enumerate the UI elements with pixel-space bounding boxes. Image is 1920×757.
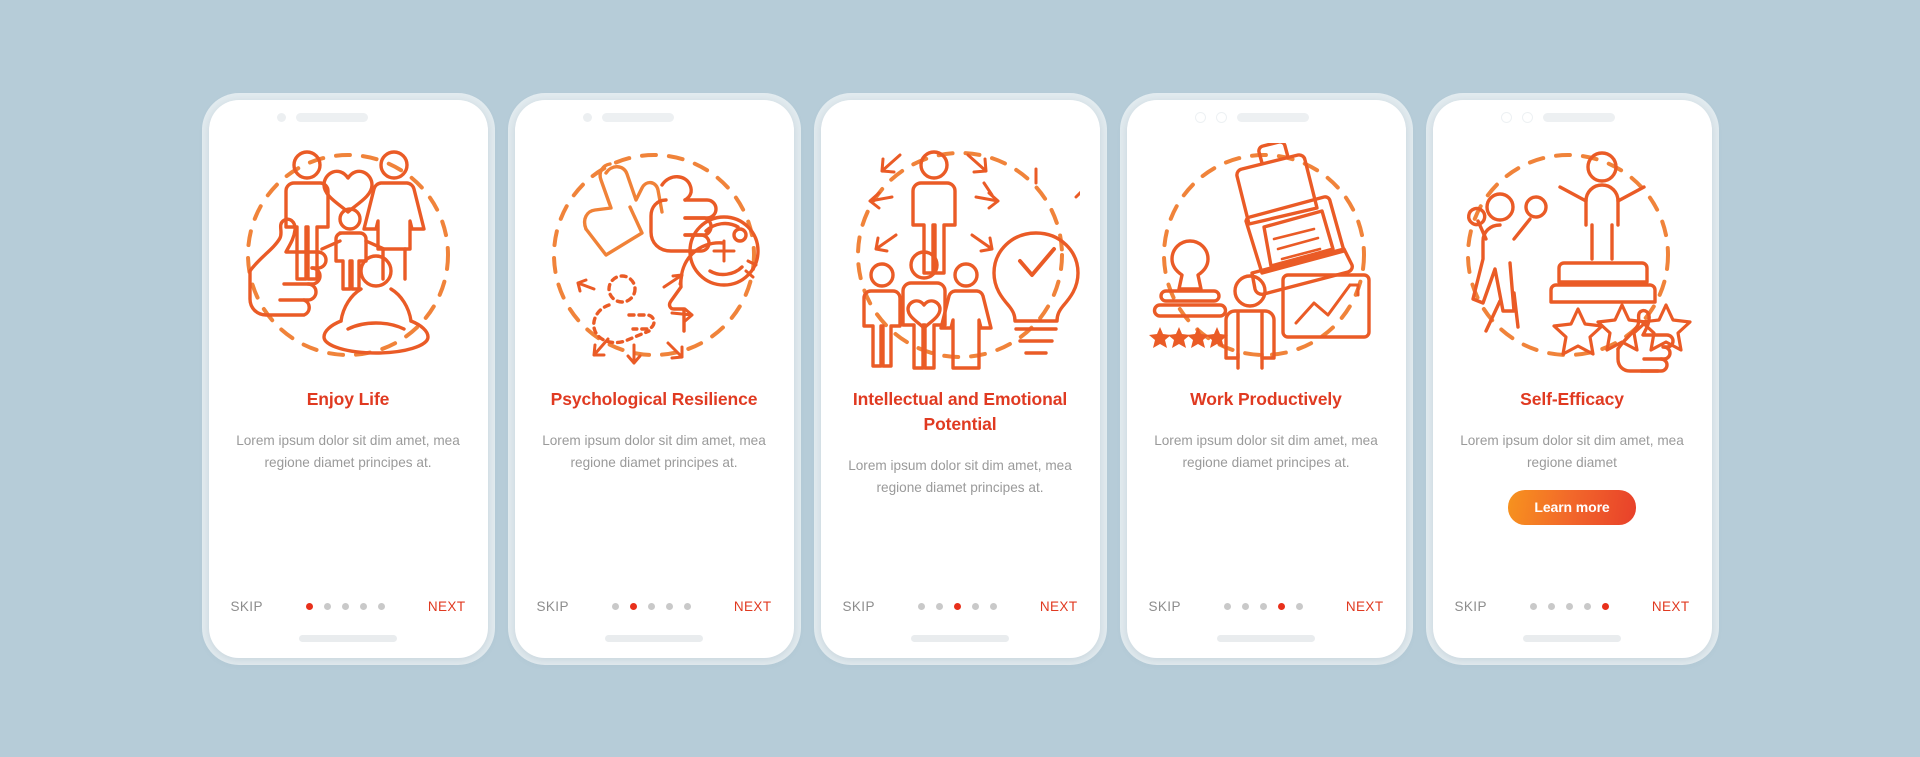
status-bar [209, 100, 488, 136]
pagination-dot[interactable] [647, 602, 655, 610]
home-indicator-area [1433, 620, 1712, 658]
pagination-dot[interactable] [1565, 602, 1573, 610]
page-title: Enjoy Life [306, 388, 390, 409]
skip-button[interactable]: SKIP [843, 599, 875, 614]
next-button[interactable]: NEXT [1346, 599, 1384, 614]
status-bar [1433, 100, 1712, 136]
onboarding-screen-3: Intellectual and Emotional Potential Lor… [820, 99, 1100, 658]
speaker-bar-icon [1236, 113, 1309, 122]
pagination-dots [917, 602, 997, 610]
pagination-dot[interactable] [1259, 602, 1267, 610]
pagination-dot[interactable] [629, 602, 637, 610]
pagination-dot[interactable] [305, 602, 313, 610]
navigation-row: SKIP NEXT [209, 599, 488, 614]
illustration-winner-podium-stars-thumbsup [1433, 136, 1712, 381]
page-description: Lorem ipsum dolor sit dim amet, mea regi… [236, 432, 460, 470]
skip-button[interactable]: SKIP [537, 599, 569, 614]
status-bar [1127, 100, 1406, 136]
pagination-dot[interactable] [1223, 602, 1231, 610]
onboarding-screen-5: Self-Efficacy Lorem ipsum dolor sit dim … [1432, 99, 1712, 658]
pagination-dots [1529, 602, 1609, 610]
home-indicator-area [515, 620, 794, 658]
pagination-dots [611, 602, 691, 610]
learn-more-area: Learn more [1433, 489, 1712, 525]
page-title: Intellectual and Emotional Potential [852, 388, 1068, 434]
camera-dot-icon [1521, 112, 1533, 123]
next-button[interactable]: NEXT [1652, 599, 1690, 614]
skip-button[interactable]: SKIP [1455, 599, 1487, 614]
pagination-dots [305, 602, 385, 610]
pagination-dot[interactable] [1547, 602, 1555, 610]
home-indicator[interactable] [299, 635, 397, 642]
navigation-row: SKIP NEXT [821, 599, 1100, 614]
pagination-dot[interactable] [1529, 602, 1537, 610]
speaker-bar-icon [295, 113, 368, 122]
onboarding-screen-2: Psychological Resilience Lorem ipsum dol… [514, 99, 794, 658]
pagination-dot[interactable] [953, 602, 961, 610]
camera-dot-icon [1500, 112, 1512, 123]
next-button[interactable]: NEXT [734, 599, 772, 614]
pagination-dot[interactable] [683, 602, 691, 610]
illustration-person-arrows-family-lightbulb [821, 136, 1100, 381]
navigation-row: SKIP NEXT [1127, 599, 1406, 614]
home-indicator[interactable] [1217, 635, 1315, 642]
navigation-row: SKIP NEXT [1433, 599, 1712, 614]
home-indicator-area [209, 620, 488, 658]
page-title: Work Productively [1190, 388, 1342, 409]
home-indicator[interactable] [605, 635, 703, 642]
home-indicator[interactable] [911, 635, 1009, 642]
home-indicator-area [821, 620, 1100, 658]
pagination-dot[interactable] [935, 602, 943, 610]
pagination-dot[interactable] [611, 602, 619, 610]
camera-dot-icon [1215, 112, 1227, 123]
pagination-dot[interactable] [665, 602, 673, 610]
pagination-dot[interactable] [989, 602, 997, 610]
status-bar [515, 100, 794, 136]
home-indicator-area [1127, 620, 1406, 658]
pagination-dot[interactable] [1241, 602, 1249, 610]
illustration-laptop-briefcase-presentation [1127, 136, 1406, 381]
onboarding-screen-1: Enjoy Life Lorem ipsum dolor sit dim ame… [208, 99, 488, 658]
skip-button[interactable]: SKIP [231, 599, 263, 614]
camera-dot-icon [1194, 112, 1206, 123]
illustration-hands-mind-resilience [515, 136, 794, 381]
camera-dot-icon [276, 113, 286, 122]
pagination-dot[interactable] [1277, 602, 1285, 610]
pagination-dot[interactable] [1601, 602, 1609, 610]
pagination-dot[interactable] [917, 602, 925, 610]
page-title: Self-Efficacy [1520, 388, 1624, 409]
page-description: Lorem ipsum dolor sit dim amet, mea regi… [848, 458, 1072, 496]
speaker-bar-icon [601, 113, 674, 122]
pagination-dot[interactable] [341, 602, 349, 610]
camera-dot-icon [582, 113, 592, 122]
speaker-bar-icon [1542, 113, 1615, 122]
pagination-dot[interactable] [359, 602, 367, 610]
page-title: Psychological Resilience [550, 388, 758, 409]
learn-more-button[interactable]: Learn more [1508, 489, 1636, 525]
pagination-dot[interactable] [971, 602, 979, 610]
pagination-dot[interactable] [1295, 602, 1303, 610]
pagination-dot[interactable] [377, 602, 385, 610]
next-button[interactable]: NEXT [428, 599, 466, 614]
skip-button[interactable]: SKIP [1149, 599, 1181, 614]
next-button[interactable]: NEXT [1040, 599, 1078, 614]
status-bar [821, 100, 1100, 136]
pagination-dot[interactable] [323, 602, 331, 610]
home-indicator[interactable] [1523, 635, 1621, 642]
page-description: Lorem ipsum dolor sit dim amet, mea regi… [1460, 432, 1684, 470]
pagination-dots [1223, 602, 1303, 610]
page-description: Lorem ipsum dolor sit dim amet, mea regi… [1154, 432, 1378, 470]
pagination-dot[interactable] [1583, 602, 1591, 610]
onboarding-screen-4: Work Productively Lorem ipsum dolor sit … [1126, 99, 1406, 658]
page-description: Lorem ipsum dolor sit dim amet, mea regi… [542, 432, 766, 470]
navigation-row: SKIP NEXT [515, 599, 794, 614]
illustration-family-thumbsup-meditation [209, 136, 488, 381]
onboarding-screens-row: Enjoy Life Lorem ipsum dolor sit dim ame… [0, 0, 1920, 757]
